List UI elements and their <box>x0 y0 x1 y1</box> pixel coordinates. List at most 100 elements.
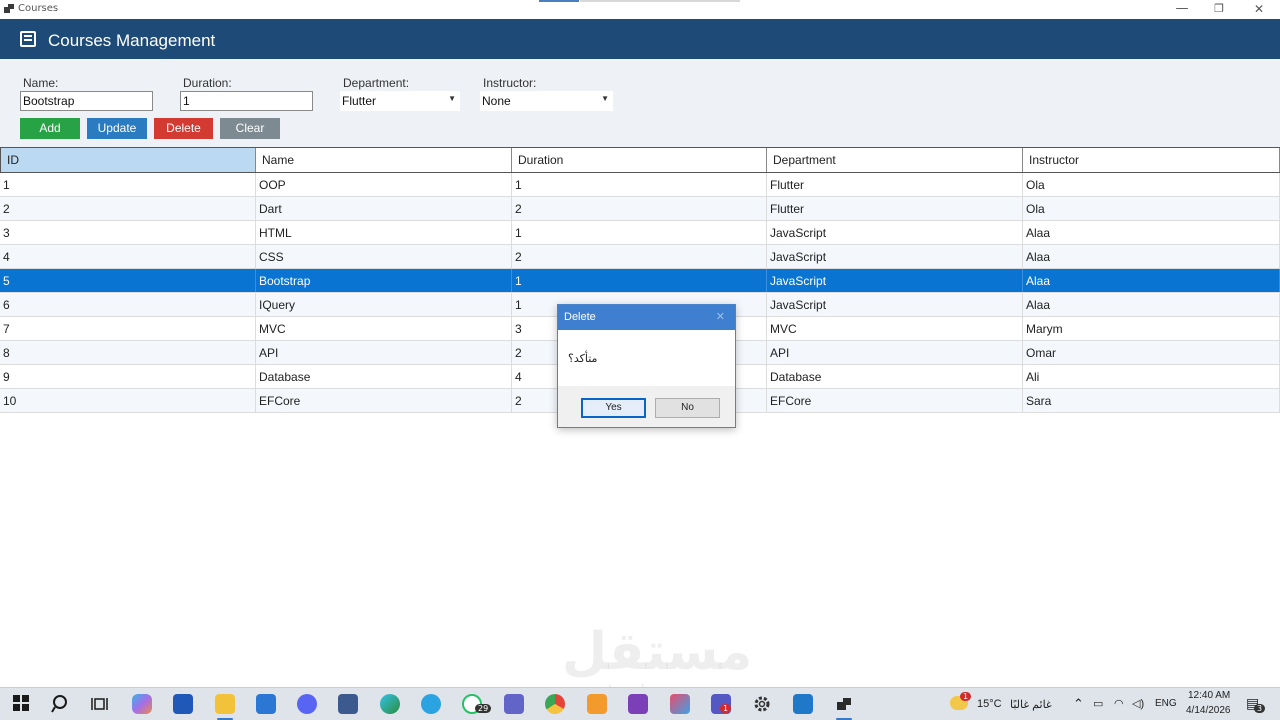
cell-department[interactable]: MVC <box>767 317 1023 340</box>
yes-button[interactable]: Yes <box>581 398 646 418</box>
table-row[interactable]: 5 Bootstrap 1 JavaScript Alaa <box>0 269 1280 293</box>
update-button[interactable]: Update <box>87 118 147 139</box>
cell-duration[interactable]: 1 <box>512 221 767 244</box>
volume-icon[interactable]: ◁) <box>1132 697 1144 710</box>
clock-time[interactable]: 12:40 AM <box>1188 690 1230 701</box>
mail-icon[interactable] <box>256 694 276 714</box>
cell-department[interactable]: Flutter <box>767 173 1023 196</box>
clock-date[interactable]: 4/14/2026 <box>1186 705 1231 716</box>
cell-instructor[interactable]: Ola <box>1023 173 1280 196</box>
column-header-instructor[interactable]: Instructor <box>1023 148 1280 172</box>
dialog-footer: Yes No <box>558 386 735 427</box>
cell-instructor[interactable]: Ali <box>1023 365 1280 388</box>
cell-name[interactable]: OOP <box>256 173 512 196</box>
cell-id[interactable]: 5 <box>0 269 256 292</box>
cell-department[interactable]: JavaScript <box>767 221 1023 244</box>
colorful-app-icon[interactable] <box>670 694 690 714</box>
cell-duration[interactable]: 1 <box>512 269 767 292</box>
telegram-icon[interactable] <box>421 694 441 714</box>
table-row[interactable]: 2 Dart 2 Flutter Ola <box>0 197 1280 221</box>
column-header-department[interactable]: Department <box>767 148 1023 172</box>
notification-badge: 3 <box>1254 704 1266 713</box>
chrome-icon[interactable] <box>545 694 565 714</box>
wifi-icon[interactable]: ◠ <box>1114 697 1124 710</box>
maximize-button[interactable]: ❐ <box>1199 0 1239 19</box>
search-icon[interactable] <box>51 694 71 714</box>
cell-duration[interactable]: 2 <box>512 245 767 268</box>
cell-instructor[interactable]: Alaa <box>1023 245 1280 268</box>
cell-name[interactable]: IQuery <box>256 293 512 316</box>
minimize-button[interactable]: — <box>1162 0 1202 19</box>
cell-duration[interactable]: 1 <box>512 173 767 196</box>
cell-id[interactable]: 9 <box>0 365 256 388</box>
cell-name[interactable]: HTML <box>256 221 512 244</box>
column-header-name[interactable]: Name <box>256 148 512 172</box>
copilot-icon[interactable] <box>132 694 152 714</box>
table-row[interactable]: 1 OOP 1 Flutter Ola <box>0 173 1280 197</box>
server-tool-icon[interactable] <box>338 694 358 714</box>
cell-department[interactable]: API <box>767 341 1023 364</box>
cell-name[interactable]: API <box>256 341 512 364</box>
cell-department[interactable]: JavaScript <box>767 293 1023 316</box>
cell-name[interactable]: EFCore <box>256 389 512 412</box>
cell-instructor[interactable]: Omar <box>1023 341 1280 364</box>
cell-instructor[interactable]: Alaa <box>1023 221 1280 244</box>
settings-gear-icon[interactable] <box>752 694 772 714</box>
cell-duration[interactable]: 2 <box>512 197 767 220</box>
store-icon[interactable] <box>173 694 193 714</box>
battery-icon[interactable]: ▭ <box>1093 697 1103 710</box>
task-view-icon[interactable] <box>90 694 110 714</box>
column-header-duration[interactable]: Duration <box>512 148 767 172</box>
windows-start-icon[interactable] <box>12 694 32 714</box>
orange-app-icon[interactable] <box>587 694 607 714</box>
cell-name[interactable]: Database <box>256 365 512 388</box>
cell-department[interactable]: JavaScript <box>767 269 1023 292</box>
department-select[interactable]: Flutter ▼ <box>340 91 460 111</box>
cell-department[interactable]: Database <box>767 365 1023 388</box>
cell-id[interactable]: 10 <box>0 389 256 412</box>
cell-instructor[interactable]: Marym <box>1023 317 1280 340</box>
clear-button[interactable]: Clear <box>220 118 280 139</box>
cell-name[interactable]: Bootstrap <box>256 269 512 292</box>
language-indicator[interactable]: ENG <box>1155 698 1177 709</box>
visual-studio-icon[interactable] <box>628 694 648 714</box>
dialog-titlebar: Delete ✕ <box>558 305 735 330</box>
cell-instructor[interactable]: Alaa <box>1023 293 1280 316</box>
snap-indicator <box>539 0 579 2</box>
cell-id[interactable]: 2 <box>0 197 256 220</box>
cell-instructor[interactable]: Sara <box>1023 389 1280 412</box>
discord-icon[interactable] <box>297 694 317 714</box>
server-icon <box>20 31 36 47</box>
edge-browser-icon[interactable] <box>380 694 400 714</box>
cell-department[interactable]: EFCore <box>767 389 1023 412</box>
cell-instructor[interactable]: Ola <box>1023 197 1280 220</box>
cell-id[interactable]: 1 <box>0 173 256 196</box>
cell-id[interactable]: 8 <box>0 341 256 364</box>
file-explorer-icon[interactable] <box>215 694 235 714</box>
no-button[interactable]: No <box>655 398 720 418</box>
table-row[interactable]: 4 CSS 2 JavaScript Alaa <box>0 245 1280 269</box>
delete-button[interactable]: Delete <box>154 118 213 139</box>
chevron-up-icon[interactable]: ⌃ <box>1073 696 1084 712</box>
name-input[interactable]: Bootstrap <box>20 91 153 111</box>
sql-server-icon[interactable] <box>793 694 813 714</box>
cell-id[interactable]: 6 <box>0 293 256 316</box>
column-header-id[interactable]: ID <box>0 148 256 172</box>
cell-name[interactable]: Dart <box>256 197 512 220</box>
cell-name[interactable]: CSS <box>256 245 512 268</box>
duration-input[interactable]: 1 <box>180 91 313 111</box>
cell-department[interactable]: Flutter <box>767 197 1023 220</box>
cell-instructor[interactable]: Alaa <box>1023 269 1280 292</box>
table-row[interactable]: 3 HTML 1 JavaScript Alaa <box>0 221 1280 245</box>
cell-id[interactable]: 4 <box>0 245 256 268</box>
cell-name[interactable]: MVC <box>256 317 512 340</box>
cell-id[interactable]: 3 <box>0 221 256 244</box>
dialog-close-icon[interactable]: ✕ <box>716 310 725 323</box>
teams-icon[interactable] <box>504 694 524 714</box>
add-button[interactable]: Add <box>20 118 80 139</box>
cell-id[interactable]: 7 <box>0 317 256 340</box>
cell-department[interactable]: JavaScript <box>767 245 1023 268</box>
close-button[interactable]: ✕ <box>1239 0 1279 19</box>
courses-app-icon[interactable] <box>834 694 854 714</box>
instructor-select[interactable]: None ▼ <box>480 91 613 111</box>
